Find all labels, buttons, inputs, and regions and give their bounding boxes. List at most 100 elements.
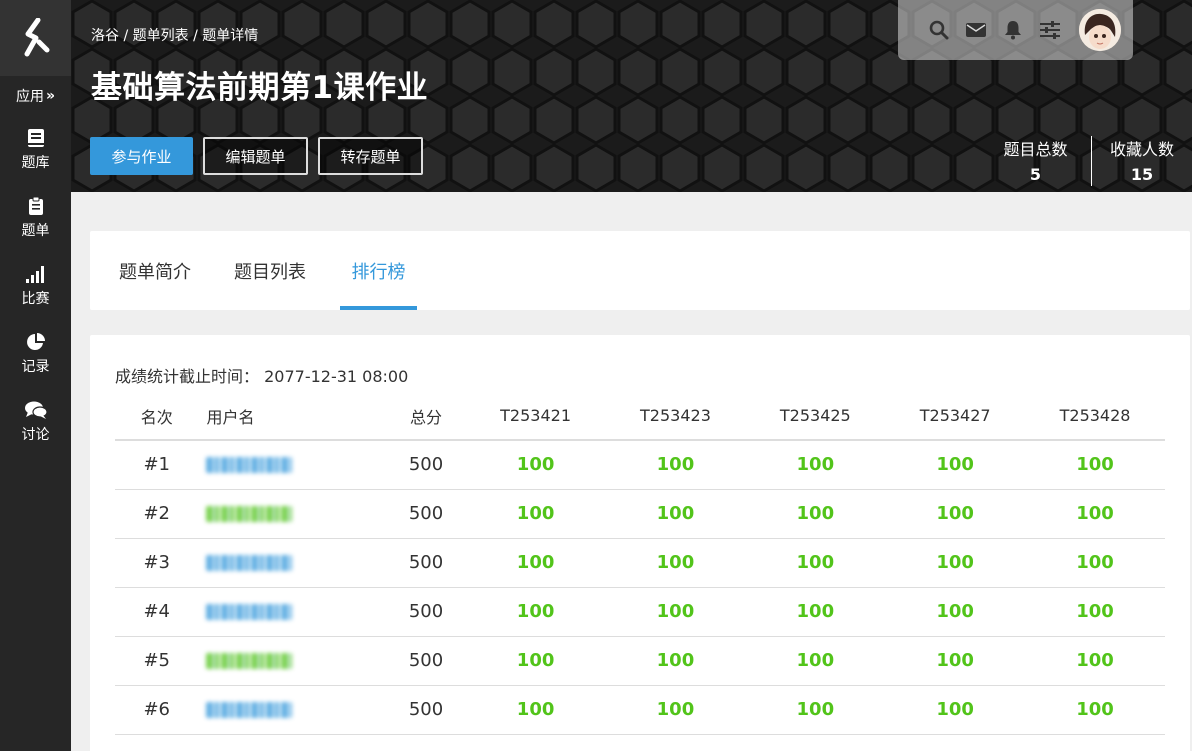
table-row: #1 500 100 100 100 100 100 xyxy=(115,440,1165,490)
problem-score-cell[interactable]: 100 xyxy=(605,489,746,539)
problem-score-cell[interactable]: 100 xyxy=(605,587,746,637)
problem-score-cell[interactable]: 100 xyxy=(885,636,1026,686)
problem-score-cell[interactable]: 100 xyxy=(745,489,886,539)
sidebar-item-record[interactable]: 记录 xyxy=(0,320,71,388)
avatar[interactable] xyxy=(1079,9,1121,51)
ranking-table: 名次 用户名 总分 T253421 T253423 T253425 T25342… xyxy=(115,392,1165,735)
blurred-username[interactable] xyxy=(206,702,293,718)
favorite-count-stat: 收藏人数 15 xyxy=(1092,136,1192,186)
join-homework-button[interactable]: 参与作业 xyxy=(90,137,193,175)
table-row: #4 500 100 100 100 100 100 xyxy=(115,587,1165,637)
problem-count-stat: 题目总数 5 xyxy=(980,136,1092,186)
problem-score-cell[interactable]: 100 xyxy=(885,685,1026,735)
sidebar-item-label: 题单 xyxy=(21,223,50,239)
breadcrumb[interactable]: 洛谷 / 题单列表 / 题单详情 xyxy=(91,25,258,45)
total-score-cell: 500 xyxy=(386,440,466,490)
clipboard-icon xyxy=(28,196,43,215)
problem-score-cell[interactable]: 100 xyxy=(1025,489,1165,539)
username-link[interactable] xyxy=(198,538,387,588)
problem-score-cell[interactable]: 100 xyxy=(605,538,746,588)
sidebar: 应用 » 题库 题单 比赛 记录 讨论 xyxy=(0,0,71,751)
col-problem[interactable]: T253423 xyxy=(605,392,746,441)
blurred-username[interactable] xyxy=(206,604,293,620)
problem-score-cell[interactable]: 100 xyxy=(465,489,606,539)
problem-score-cell[interactable]: 100 xyxy=(605,636,746,686)
total-score-cell: 500 xyxy=(386,538,466,588)
problem-score-cell[interactable]: 100 xyxy=(1025,440,1165,490)
col-problem[interactable]: T253428 xyxy=(1025,392,1165,441)
username-link[interactable] xyxy=(198,440,387,490)
sidebar-item-label: 比赛 xyxy=(21,291,50,307)
blurred-username[interactable] xyxy=(206,457,293,474)
cutoff-label: 成绩统计截止时间： xyxy=(115,367,260,386)
sidebar-item-training[interactable]: 题单 xyxy=(0,184,71,252)
username-link[interactable] xyxy=(198,636,387,686)
blurred-username[interactable] xyxy=(206,653,293,669)
search-icon[interactable] xyxy=(928,19,950,41)
problem-score-cell[interactable]: 100 xyxy=(605,685,746,735)
problem-score-cell[interactable]: 100 xyxy=(465,440,606,490)
problem-score-cell[interactable]: 100 xyxy=(745,636,886,686)
tab-problem-list[interactable]: 题目列表 xyxy=(234,231,306,310)
problem-score-cell[interactable]: 100 xyxy=(465,538,606,588)
rank-cell: #5 xyxy=(115,636,199,686)
bell-icon[interactable] xyxy=(1002,19,1024,41)
tab-intro[interactable]: 题单简介 xyxy=(119,231,191,310)
problem-score-cell[interactable]: 100 xyxy=(885,587,1026,637)
col-rank: 名次 xyxy=(115,392,199,441)
pie-chart-icon xyxy=(26,333,45,350)
blurred-username[interactable] xyxy=(206,506,293,522)
problem-score-cell[interactable]: 100 xyxy=(465,685,606,735)
problem-score-cell[interactable]: 100 xyxy=(465,587,606,637)
sidebar-item-problems[interactable]: 题库 xyxy=(0,116,71,184)
problem-score-cell[interactable]: 100 xyxy=(745,587,886,637)
rank-cell: #1 xyxy=(115,440,199,490)
table-row: #6 500 100 100 100 100 100 xyxy=(115,685,1165,735)
ranking-card: 成绩统计截止时间： 2077-12-31 08:00 名次 用户名 总分 T25… xyxy=(90,335,1190,751)
save-list-button[interactable]: 转存题单 xyxy=(318,137,423,175)
col-problem[interactable]: T253425 xyxy=(745,392,886,441)
book-icon xyxy=(27,129,44,147)
rank-cell: #3 xyxy=(115,538,199,588)
problem-score-cell[interactable]: 100 xyxy=(1025,538,1165,588)
col-problem[interactable]: T253427 xyxy=(885,392,1026,441)
sidebar-item-discuss[interactable]: 讨论 xyxy=(0,388,71,456)
col-total: 总分 xyxy=(386,392,466,441)
tabs-card: 题单简介 题目列表 排行榜 xyxy=(90,231,1190,310)
problem-score-cell[interactable]: 100 xyxy=(745,685,886,735)
sidebar-item-label: 记录 xyxy=(21,359,50,375)
username-link[interactable] xyxy=(198,587,387,637)
blurred-username[interactable] xyxy=(206,555,293,571)
table-row: #5 500 100 100 100 100 100 xyxy=(115,636,1165,686)
list-stats: 题目总数 5 收藏人数 15 xyxy=(980,136,1192,186)
stat-label: 题目总数 xyxy=(1003,140,1068,159)
problem-score-cell[interactable]: 100 xyxy=(885,440,1026,490)
stat-value: 5 xyxy=(1029,165,1042,184)
problem-score-cell[interactable]: 100 xyxy=(885,538,1026,588)
col-problem[interactable]: T253421 xyxy=(465,392,606,441)
problem-score-cell[interactable]: 100 xyxy=(885,489,1026,539)
apps-menu-button[interactable]: 应用 » xyxy=(0,76,71,116)
problem-score-cell[interactable]: 100 xyxy=(745,538,886,588)
problem-score-cell[interactable]: 100 xyxy=(465,636,606,686)
table-header-row: 名次 用户名 总分 T253421 T253423 T253425 T25342… xyxy=(115,392,1165,441)
username-link[interactable] xyxy=(198,489,387,539)
apps-label: 应用 xyxy=(15,89,44,105)
sidebar-item-contest[interactable]: 比赛 xyxy=(0,252,71,320)
sliders-icon[interactable] xyxy=(1039,19,1061,41)
problem-score-cell[interactable]: 100 xyxy=(1025,636,1165,686)
problem-score-cell[interactable]: 100 xyxy=(745,440,886,490)
table-row: #3 500 100 100 100 100 100 xyxy=(115,538,1165,588)
tab-ranking[interactable]: 排行榜 xyxy=(340,231,417,310)
luogu-logo[interactable] xyxy=(0,0,71,76)
edit-list-button[interactable]: 编辑题单 xyxy=(203,137,308,175)
sidebar-item-label: 题库 xyxy=(21,155,50,171)
cutoff-time: 成绩统计截止时间： 2077-12-31 08:00 xyxy=(115,363,408,387)
signal-bars-icon xyxy=(25,266,44,283)
problem-score-cell[interactable]: 100 xyxy=(1025,587,1165,637)
username-link[interactable] xyxy=(198,685,387,735)
problem-score-cell[interactable]: 100 xyxy=(1025,685,1165,735)
mail-icon[interactable] xyxy=(965,19,987,41)
problem-score-cell[interactable]: 100 xyxy=(605,440,746,490)
chat-bubbles-icon xyxy=(24,401,48,419)
